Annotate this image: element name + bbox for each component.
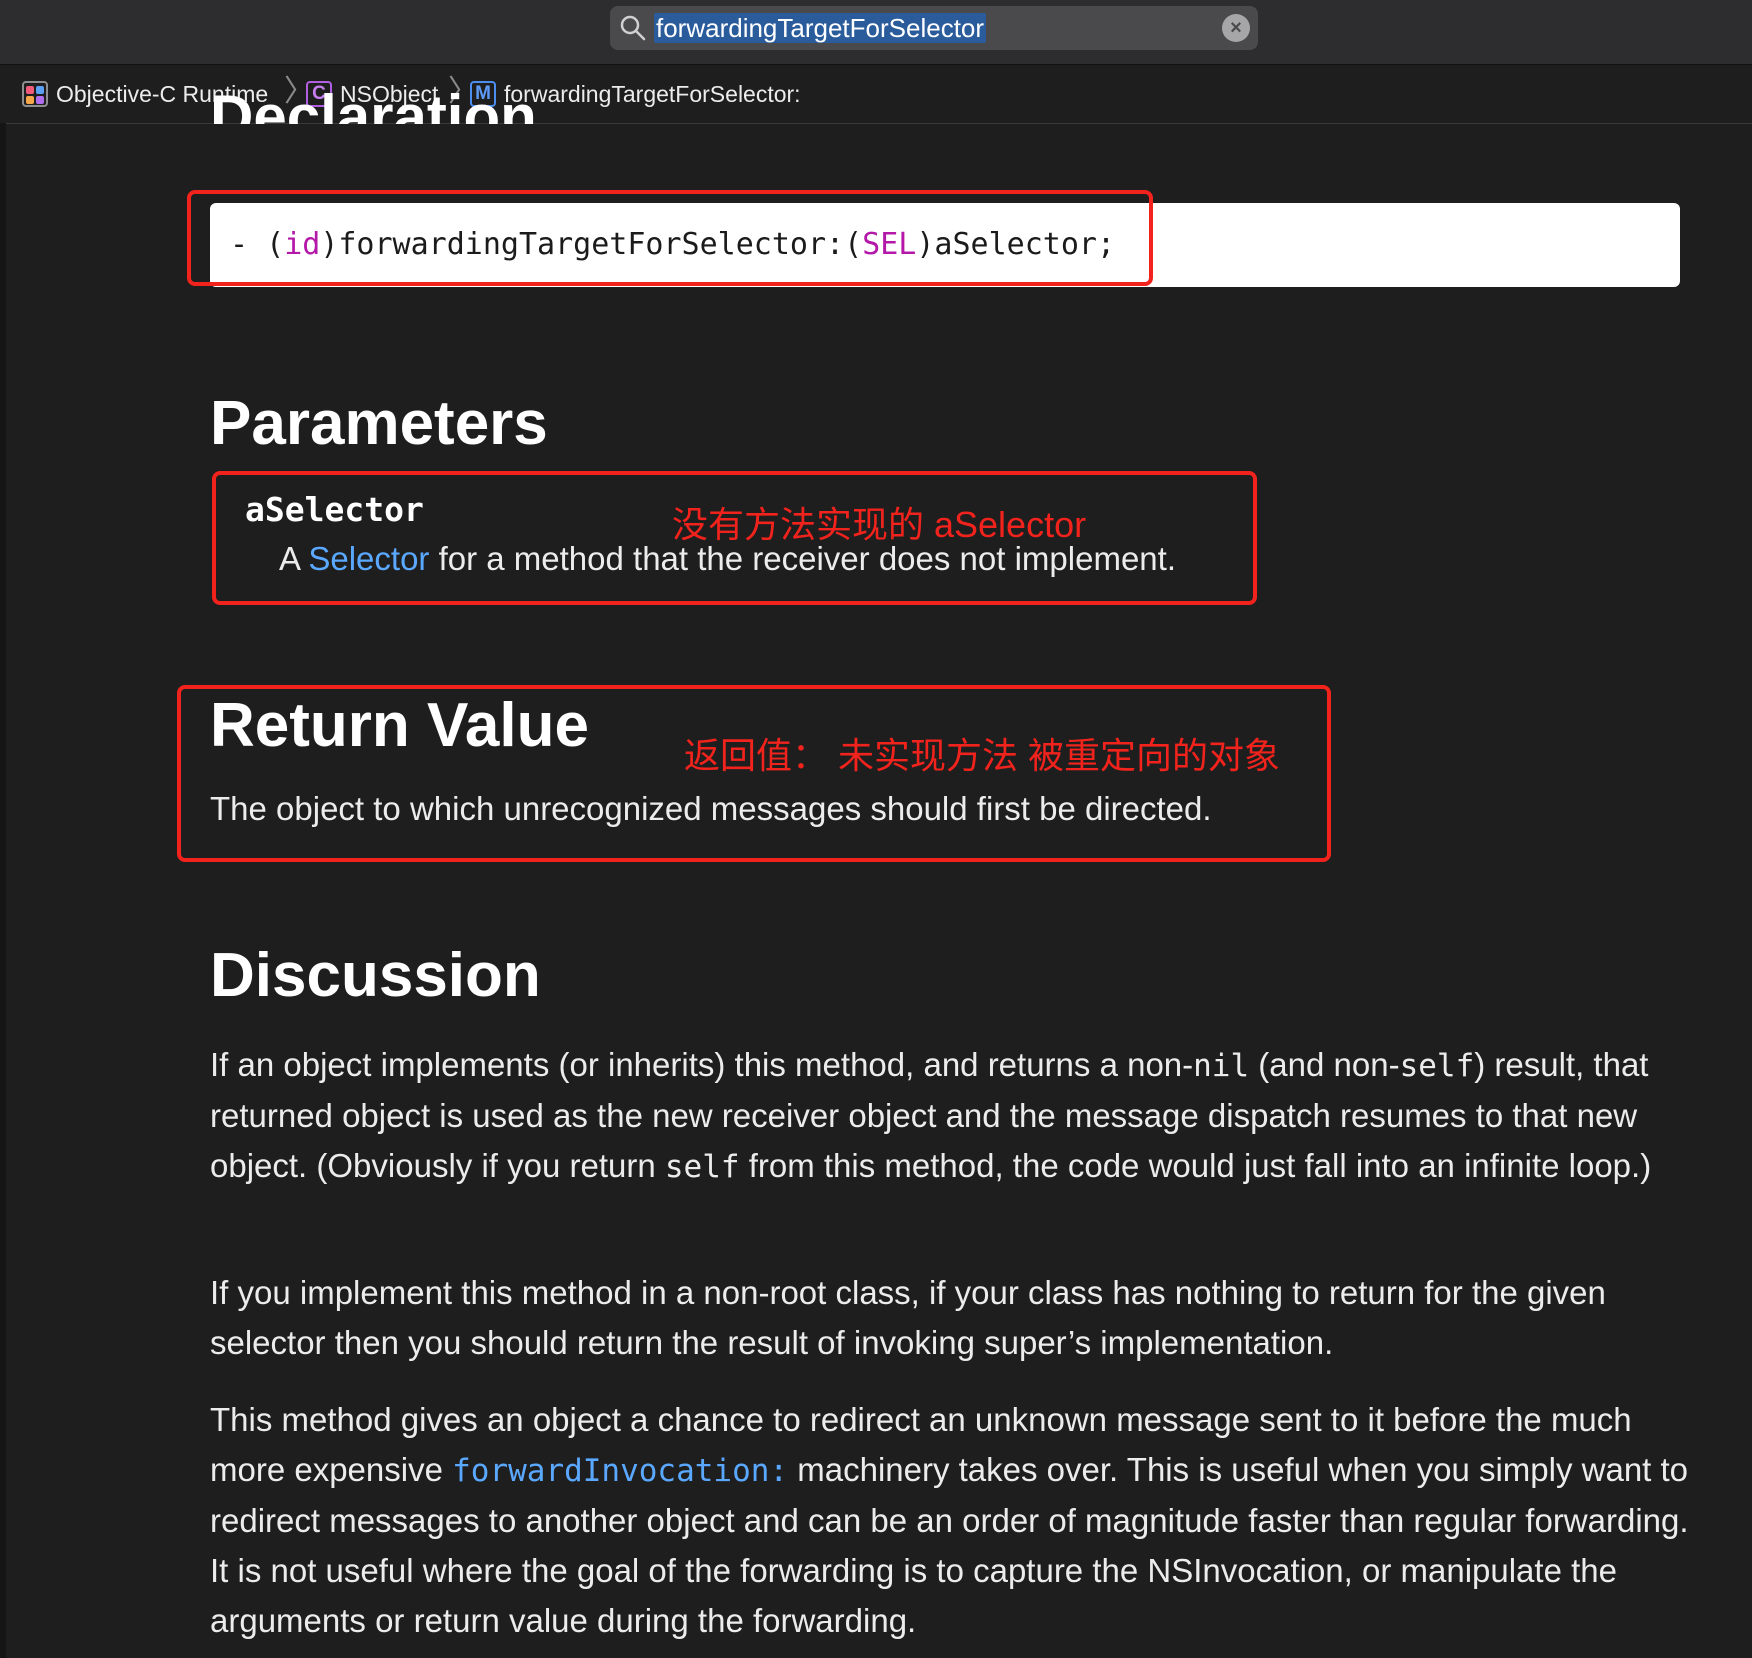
framework-icon [22, 81, 48, 107]
annotation-highlight-parameters [212, 471, 1257, 605]
discussion-heading: Discussion [210, 941, 541, 1010]
discussion-paragraph-1: If an object implements (or inherits) th… [210, 1046, 1652, 1185]
search-query[interactable]: forwardingTargetForSelector [654, 13, 987, 43]
discussion-paragraph-2: If you implement this method in a non-ro… [210, 1274, 1606, 1361]
search-icon [620, 15, 646, 41]
annotation-highlight-return-value [177, 685, 1331, 862]
parameters-heading: Parameters [210, 389, 548, 458]
search-field[interactable]: forwardingTargetForSelector × [610, 6, 1258, 50]
toolbar: forwardingTargetForSelector × [0, 0, 1752, 65]
declaration-heading: Declaration [210, 92, 537, 124]
sidebar-edge [0, 123, 6, 1658]
annotation-highlight-declaration [187, 190, 1153, 286]
breadcrumb-label: forwardingTargetForSelector: [504, 80, 801, 107]
clear-search-icon[interactable]: × [1222, 14, 1250, 42]
discussion-paragraph-3: This method gives an object a chance to … [210, 1401, 1689, 1639]
forward-invocation-link[interactable]: forwardInvocation: [452, 1453, 788, 1489]
